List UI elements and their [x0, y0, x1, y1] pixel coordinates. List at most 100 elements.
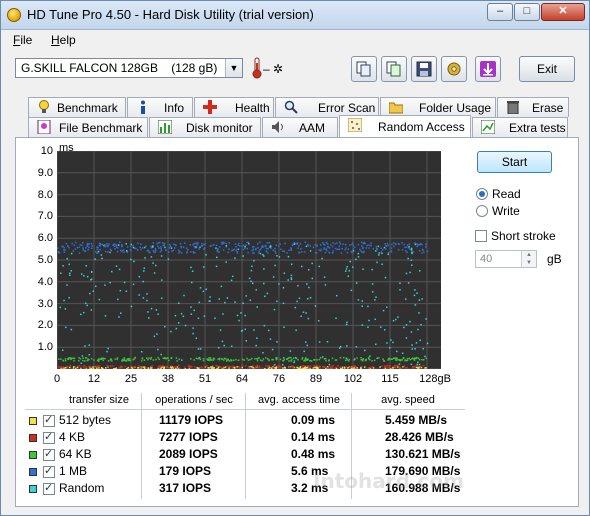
tab-disk-monitor-label: Disk monitor [186, 121, 253, 135]
data-point [280, 366, 283, 368]
tab-folder-usage[interactable]: Folder Usage [380, 97, 496, 117]
tab-file-benchmark[interactable]: File Benchmark [28, 117, 148, 137]
data-point [279, 358, 282, 361]
data-point [390, 251, 393, 253]
data-point [164, 246, 166, 249]
data-point [82, 365, 85, 367]
data-point [234, 243, 237, 245]
data-point [209, 245, 212, 247]
data-point [147, 311, 149, 313]
data-point [157, 313, 159, 315]
exit-button[interactable]: Exit [519, 56, 575, 82]
data-point [307, 243, 309, 246]
data-point [341, 368, 344, 370]
read-radio[interactable] [476, 188, 488, 200]
data-point [414, 242, 416, 244]
data-point [198, 356, 201, 359]
data-point [266, 358, 269, 360]
tab-random-access[interactable]: Random Access [339, 115, 471, 137]
data-point [381, 252, 383, 255]
menu-file[interactable]: File [13, 33, 32, 47]
data-point [362, 246, 364, 249]
data-point [218, 251, 220, 253]
data-point [365, 247, 368, 249]
short-stroke-checkbox[interactable] [475, 230, 487, 242]
data-point [322, 242, 324, 244]
data-point [138, 275, 141, 278]
data-point [390, 339, 392, 341]
series-checkbox[interactable] [43, 481, 55, 495]
data-point [305, 312, 307, 314]
data-point [405, 366, 407, 369]
data-point [64, 358, 67, 360]
data-point [426, 342, 429, 345]
title-bar[interactable]: HD Tune Pro 4.50 - Hard Disk Utility (tr… [1, 1, 589, 30]
data-point [257, 247, 259, 249]
short-stroke-size-spinner[interactable]: 40 ▲ ▼ [475, 250, 537, 268]
start-button[interactable]: Start [477, 151, 552, 173]
maximize-button[interactable]: □ [514, 3, 540, 21]
data-point [220, 367, 223, 369]
data-point [75, 367, 77, 370]
tab-error-scan[interactable]: Error Scan [275, 97, 379, 117]
data-point [183, 294, 185, 297]
data-point [64, 366, 67, 369]
chevron-down-icon[interactable]: ▼ [225, 59, 242, 77]
write-radio[interactable] [476, 205, 488, 217]
data-point [206, 358, 208, 360]
data-point [405, 298, 407, 300]
data-point [348, 358, 351, 361]
drive-select[interactable]: G.SKILL FALCON 128GB (128 gB) ▼ [15, 58, 243, 78]
data-point [160, 247, 162, 250]
data-point [308, 366, 311, 369]
copy-info-button[interactable] [351, 56, 377, 82]
data-point [290, 249, 292, 252]
data-point [297, 284, 299, 287]
data-point [241, 245, 243, 248]
data-point [363, 250, 365, 253]
tab-disk-monitor[interactable]: Disk monitor [149, 117, 261, 137]
data-point [80, 273, 83, 275]
series-checkbox[interactable] [43, 447, 55, 461]
data-point [309, 245, 312, 247]
data-point [60, 272, 62, 274]
data-point [105, 367, 107, 369]
data-point [392, 319, 395, 322]
data-point [135, 247, 137, 250]
data-point [138, 294, 140, 296]
tab-benchmark[interactable]: Benchmark [28, 97, 126, 117]
data-point [270, 367, 272, 369]
close-button[interactable]: ✕ [541, 3, 585, 21]
tab-erase[interactable]: Erase [497, 97, 569, 117]
data-point [148, 357, 150, 359]
series-checkbox[interactable] [43, 464, 55, 478]
data-point [391, 243, 393, 246]
tab-extra-tests[interactable]: Extra tests [472, 117, 568, 137]
data-point [321, 257, 323, 260]
copy-screenshot-button[interactable] [381, 56, 407, 82]
save-button[interactable] [411, 56, 437, 82]
download-button[interactable] [475, 56, 501, 82]
options-button[interactable] [441, 56, 467, 82]
speed-cell: 5.459 MB/s [385, 413, 448, 427]
data-point [215, 244, 218, 247]
ops-cell: 11179 IOPS [159, 413, 224, 427]
data-point [99, 358, 102, 360]
minimize-button[interactable]: – [487, 3, 513, 21]
spinner-arrows-icon[interactable]: ▲ ▼ [521, 251, 536, 267]
data-point [415, 357, 417, 360]
tab-health[interactable]: Health [194, 97, 274, 117]
data-point [375, 245, 378, 248]
tab-aam[interactable]: AAM [262, 117, 338, 137]
data-point [414, 243, 417, 246]
menu-help[interactable]: Help [51, 33, 76, 47]
data-point [245, 295, 247, 297]
x-tick-label: 102 [343, 373, 363, 385]
data-point [202, 290, 205, 293]
data-point [132, 245, 134, 247]
series-checkbox[interactable] [43, 430, 55, 444]
tab-info[interactable]: Info [127, 97, 193, 117]
data-point [78, 252, 81, 254]
series-checkbox[interactable] [43, 413, 55, 427]
data-point [170, 365, 172, 367]
